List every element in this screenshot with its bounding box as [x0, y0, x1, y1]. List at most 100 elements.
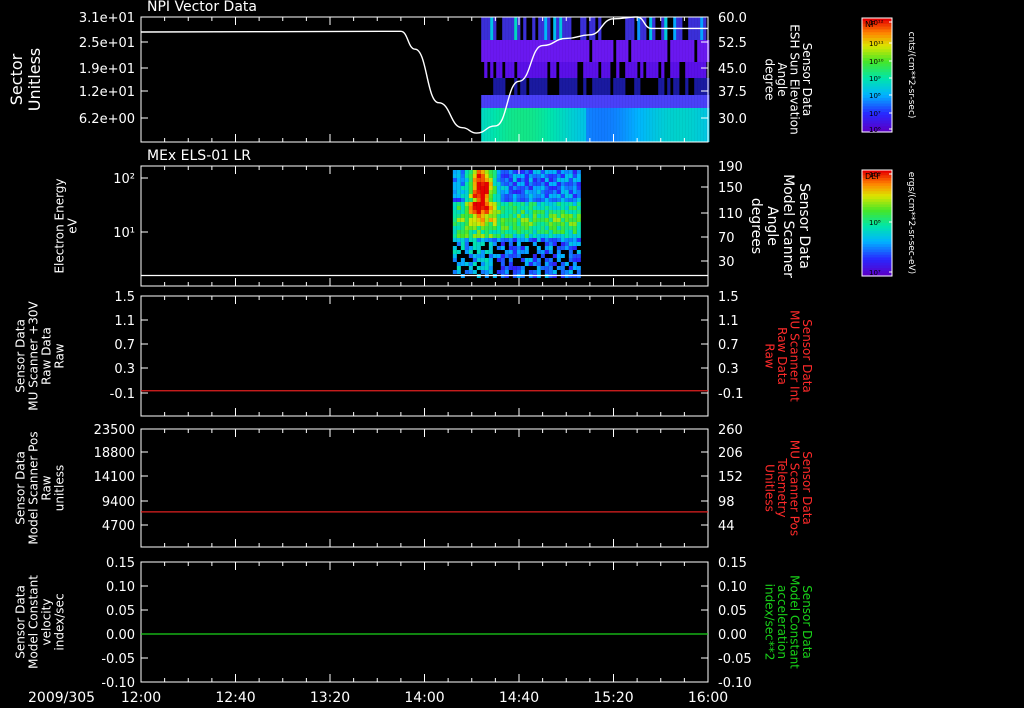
y-tick-label: 0.7	[718, 338, 739, 353]
spectrogram-cell	[520, 40, 524, 62]
spectrogram-cell	[500, 258, 505, 262]
spectrogram-cell	[553, 17, 557, 40]
spectrogram-cell	[500, 234, 505, 238]
spectrogram-cell	[552, 242, 557, 246]
spectrogram-cell	[576, 202, 581, 206]
spectrogram-cell	[468, 182, 473, 186]
spectrogram-cell	[640, 95, 644, 108]
spectrogram-cell	[511, 95, 515, 108]
spectrogram-cell	[556, 202, 561, 206]
spectrogram-cell	[547, 95, 551, 108]
spectrogram-cell	[504, 238, 509, 242]
spectrogram-cell	[560, 182, 565, 186]
spectrogram-cell	[598, 40, 602, 62]
spectrogram-cell	[572, 174, 577, 178]
spectrogram-cell	[572, 266, 577, 270]
spectrogram-cell	[468, 174, 473, 178]
spectrogram-cell	[472, 210, 477, 214]
spectrogram-cell	[535, 62, 539, 78]
spectrogram-cell	[516, 186, 521, 190]
spectrogram-cell	[488, 234, 493, 238]
spectrogram-cell	[516, 250, 521, 254]
spectrogram-cell	[583, 40, 587, 62]
spectrogram-cell	[526, 40, 530, 62]
spectrogram-cell	[694, 95, 698, 108]
spectrogram-cell	[685, 78, 689, 95]
spectrogram-cell	[560, 178, 565, 182]
spectrogram-cell	[480, 182, 485, 186]
spectrogram-cell	[673, 108, 677, 142]
spectrogram-cell	[560, 170, 565, 174]
spectrogram-cell	[610, 108, 614, 142]
spectrogram-cell	[583, 62, 587, 78]
y-axis-label: Model Scanner Pos	[27, 431, 41, 544]
spectrogram-cell	[476, 206, 481, 210]
spectrogram-cell	[572, 234, 577, 238]
spectrogram-cell	[538, 17, 542, 40]
spectrogram-cell	[496, 186, 501, 190]
spectrogram-cell	[476, 238, 481, 242]
spectrogram-cell	[456, 230, 461, 234]
spectrogram-cell	[464, 202, 469, 206]
spectrogram-cell	[504, 218, 509, 222]
spectrogram-cell	[560, 186, 565, 190]
spectrogram-cell	[552, 254, 557, 258]
spectrogram-cell	[484, 190, 489, 194]
spectrogram-cell	[452, 250, 457, 254]
spectrogram-cell	[499, 78, 503, 95]
spectrogram-cell	[512, 250, 517, 254]
spectrogram-cell	[576, 250, 581, 254]
spectrogram-cell	[532, 258, 537, 262]
spectrogram-cell	[520, 270, 525, 274]
spectrogram-cell	[460, 190, 465, 194]
spectrogram-cell	[568, 230, 573, 234]
spectrogram-cell	[500, 206, 505, 210]
spectrogram-cell	[456, 250, 461, 254]
y-tick-label: 1.2e+01	[79, 85, 135, 100]
spectrogram-cell	[544, 178, 549, 182]
spectrogram-cell	[476, 266, 481, 270]
spectrogram-cell	[552, 174, 557, 178]
spectrogram-cell	[484, 108, 488, 142]
spectrogram-cell	[564, 190, 569, 194]
spectrogram-cell	[548, 246, 553, 250]
spectrogram-cell	[622, 40, 626, 62]
spectrogram-cell	[517, 40, 521, 62]
spectrogram-cell	[619, 95, 623, 108]
spectrogram-cell	[572, 254, 577, 258]
els-spectrogram	[452, 170, 581, 278]
spectrogram-cell	[556, 210, 561, 214]
spectrogram-cell	[456, 186, 461, 190]
spectrogram-cell	[464, 214, 469, 218]
spectrogram-cell	[576, 238, 581, 242]
spectrogram-cell	[535, 108, 539, 142]
spectrogram-cell	[576, 214, 581, 218]
spectrogram-cell	[673, 78, 677, 95]
spectrogram-cell	[568, 202, 573, 206]
spectrogram-cell	[552, 218, 557, 222]
spectrogram-cell	[562, 40, 566, 62]
spectrogram-cell	[532, 62, 536, 78]
y-tick-label: 190	[718, 160, 743, 175]
spectrogram-cell	[512, 214, 517, 218]
spectrogram-cell	[571, 95, 575, 108]
spectrogram-cell	[538, 78, 542, 95]
spectrogram-cell	[536, 270, 541, 274]
spectrogram-cell	[550, 62, 554, 78]
y-tick-label: 4700	[102, 519, 135, 534]
x-tick-label: 13:20	[310, 690, 350, 706]
spectrogram-cell	[480, 198, 485, 202]
spectrogram-cell	[476, 198, 481, 202]
spectrogram-cell	[572, 190, 577, 194]
y-axis-label: Unitless	[25, 48, 44, 112]
spectrogram-cell	[502, 78, 506, 95]
spectrogram-cell	[649, 40, 653, 62]
x-tick-label: 15:20	[593, 690, 633, 706]
spectrogram-cell	[552, 190, 557, 194]
spectrogram-cell	[544, 226, 549, 230]
spectrogram-cell	[568, 210, 573, 214]
spectrogram-cell	[456, 214, 461, 218]
spectrogram-cell	[532, 170, 537, 174]
spectrogram-cell	[637, 95, 641, 108]
spectrogram-cell	[520, 206, 525, 210]
